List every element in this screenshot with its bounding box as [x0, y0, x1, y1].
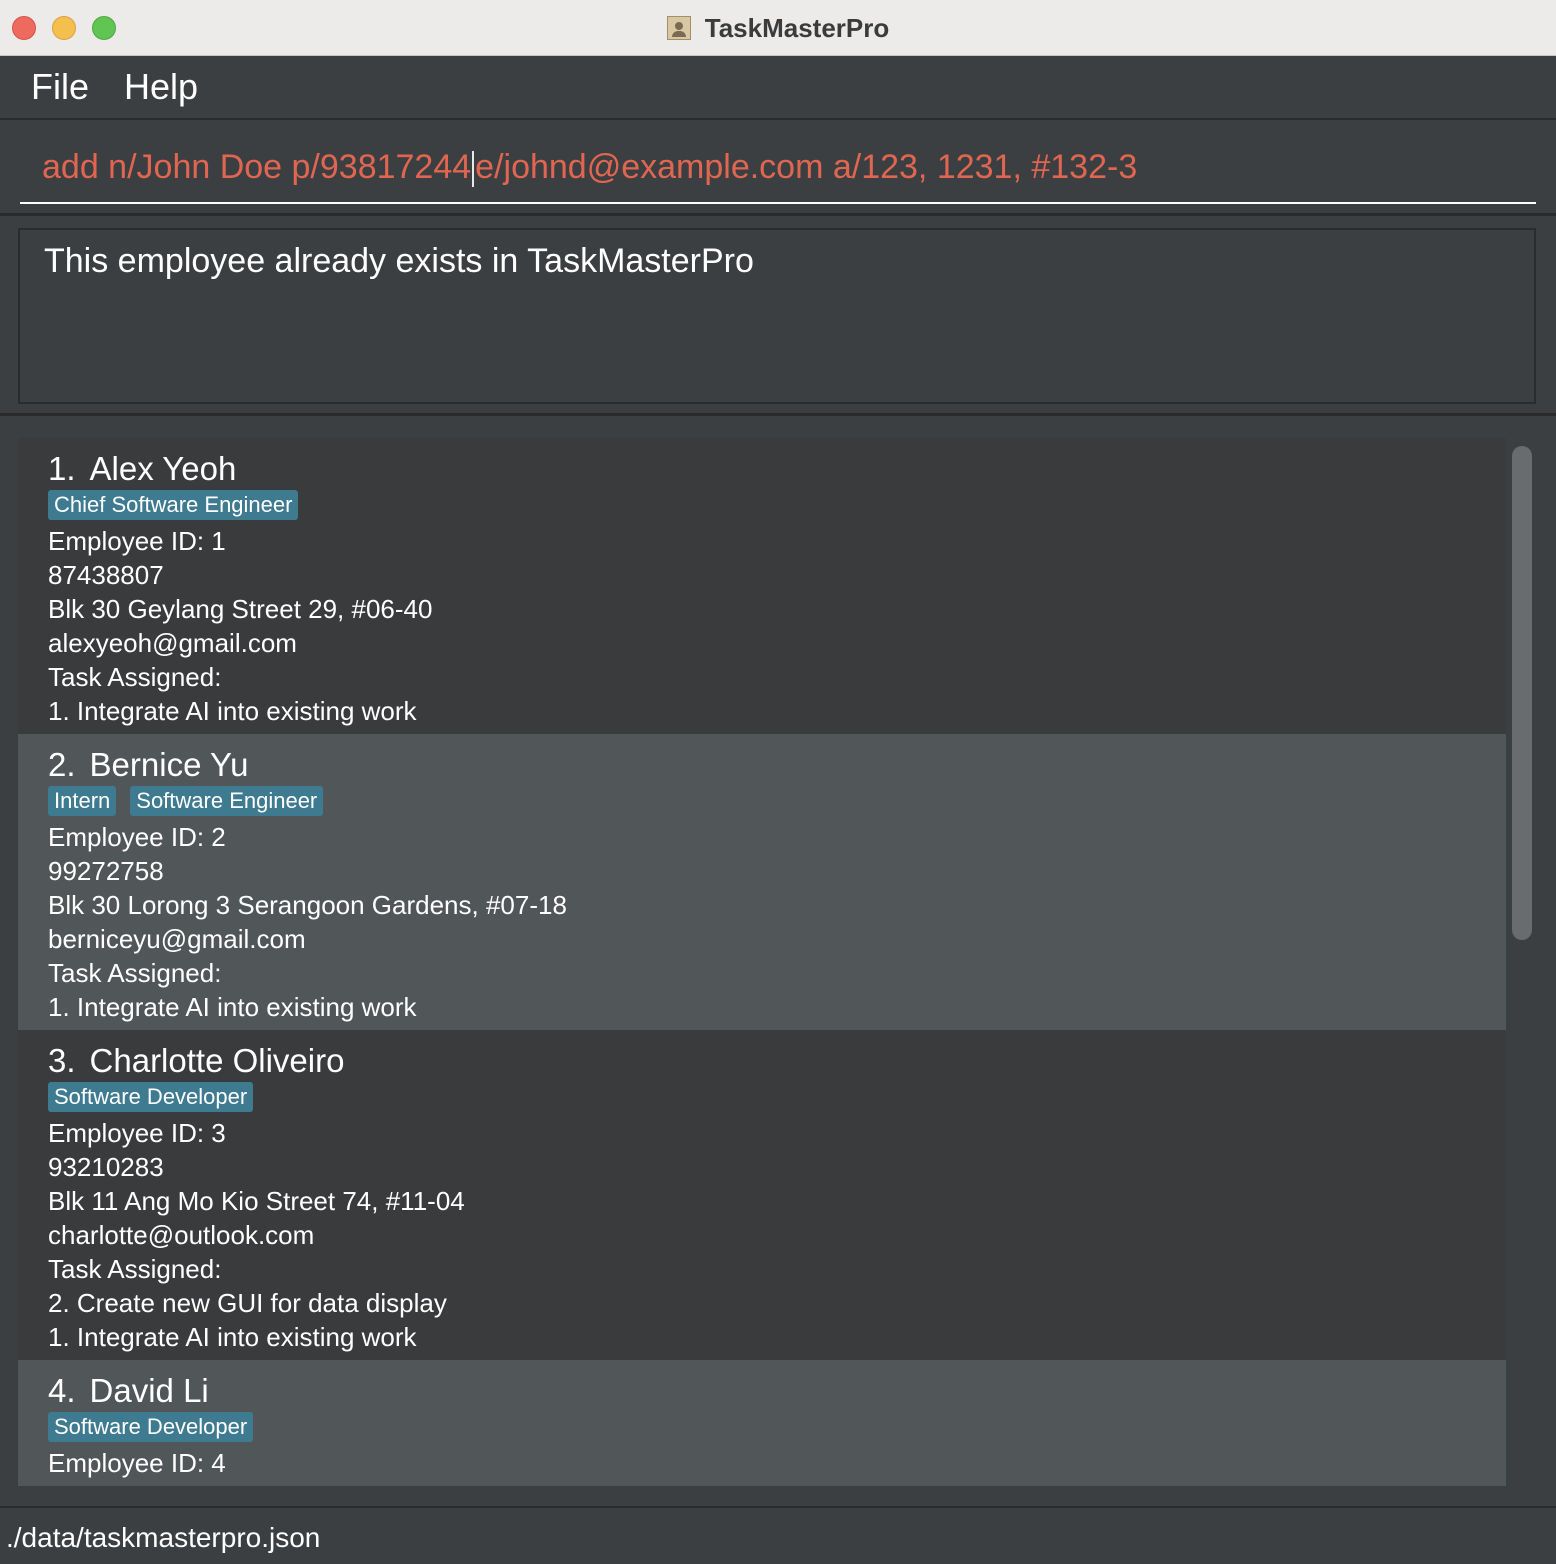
employee-card[interactable]: 4. David Li Software Developer Employee I… [18, 1360, 1506, 1486]
employee-list-panel: 1. Alex Yeoh Chief Software Engineer Empl… [0, 416, 1556, 1506]
task-header: Task Assigned: [48, 662, 222, 692]
employee-name-line: 1. Alex Yeoh [48, 448, 1506, 490]
employee-card[interactable]: 1. Alex Yeoh Chief Software Engineer Empl… [18, 438, 1506, 734]
menu-bar: File Help [0, 56, 1556, 120]
employee-name-line: 3. Charlotte Oliveiro [48, 1040, 1506, 1082]
employee-address: Blk 11 Ang Mo Kio Street 74, #11-04 [48, 1186, 465, 1216]
employee-phone: 91031282 [48, 1480, 1506, 1486]
employee-index: 1. [48, 450, 76, 487]
employee-tags: Intern Software Engineer [48, 786, 1506, 820]
employee-name: Bernice Yu [89, 746, 249, 783]
employee-email: charlotte@outlook.com [48, 1220, 315, 1250]
employee-address: Blk 30 Lorong 3 Serangoon Gardens, #07-1… [48, 890, 567, 920]
command-area: add n/John Doe p/93817244 e/johnd@example… [0, 120, 1556, 216]
employee-phone: 99272758 [48, 856, 164, 886]
task-item: 2. Create new GUI for data display [48, 1288, 447, 1318]
role-tag: Chief Software Engineer [48, 490, 299, 520]
employee-address: Blk 30 Geylang Street 29, #06-40 [48, 594, 433, 624]
employee-name-line: 4. David Li [48, 1370, 1506, 1412]
employee-id: Employee ID: 1 [48, 526, 226, 556]
app-icon [666, 16, 691, 40]
role-tag: Software Developer [48, 1412, 254, 1442]
employee-card[interactable]: 2. Bernice Yu Intern Software Engineer Em… [18, 734, 1506, 1030]
title-bar: TaskMasterPro [0, 0, 1556, 56]
command-text-before-caret: add n/John Doe p/93817244 [42, 148, 472, 186]
employee-index: 3. [48, 1042, 76, 1079]
employee-tags: Software Developer [48, 1412, 1506, 1446]
employee-phone: 93210283 [48, 1152, 164, 1182]
employee-tags: Software Developer [48, 1082, 1506, 1116]
employee-tags: Chief Software Engineer [48, 490, 1506, 524]
employee-id: Employee ID: 3 [48, 1118, 226, 1148]
employee-index: 2. [48, 746, 76, 783]
role-tag: Intern [48, 786, 117, 816]
result-message: This employee already exists in TaskMast… [44, 242, 754, 280]
task-header: Task Assigned: [48, 958, 222, 988]
status-bar: ./data/taskmasterpro.json [0, 1506, 1556, 1564]
employee-index: 4. [48, 1372, 76, 1409]
employee-name: Charlotte Oliveiro [89, 1042, 345, 1079]
employee-id: Employee ID: 4 [48, 1448, 226, 1478]
employee-email: alexyeoh@gmail.com [48, 628, 297, 658]
employee-card[interactable]: 3. Charlotte Oliveiro Software Developer … [18, 1030, 1506, 1360]
role-tag: Software Developer [48, 1082, 254, 1112]
employee-name: David Li [89, 1372, 209, 1409]
command-input[interactable]: add n/John Doe p/93817244 e/johnd@example… [20, 140, 1536, 204]
save-file-path: ./data/taskmasterpro.json [6, 1522, 321, 1553]
employee-email: berniceyu@gmail.com [48, 924, 306, 954]
list-scrollbar-thumb[interactable] [1512, 446, 1532, 940]
result-area: This employee already exists in TaskMast… [0, 216, 1556, 416]
window-title: TaskMasterPro [704, 12, 890, 43]
task-header: Task Assigned: [48, 1254, 222, 1284]
role-tag: Software Engineer [130, 786, 324, 816]
text-caret [472, 151, 475, 188]
menu-help[interactable]: Help [124, 66, 198, 108]
result-display[interactable]: This employee already exists in TaskMast… [18, 228, 1536, 404]
employee-phone: 87438807 [48, 560, 164, 590]
task-item: 1. Integrate AI into existing work [48, 992, 417, 1022]
menu-file[interactable]: File [31, 66, 89, 108]
task-item: 1. Integrate AI into existing work [48, 1322, 417, 1352]
employee-name: Alex Yeoh [89, 450, 237, 487]
command-text-after-caret: e/johnd@example.com a/123, 1231, #132-3 [475, 148, 1138, 186]
employee-list[interactable]: 1. Alex Yeoh Chief Software Engineer Empl… [18, 438, 1506, 1486]
employee-id: Employee ID: 2 [48, 822, 226, 852]
employee-name-line: 2. Bernice Yu [48, 744, 1506, 786]
task-item: 1. Integrate AI into existing work [48, 696, 417, 726]
